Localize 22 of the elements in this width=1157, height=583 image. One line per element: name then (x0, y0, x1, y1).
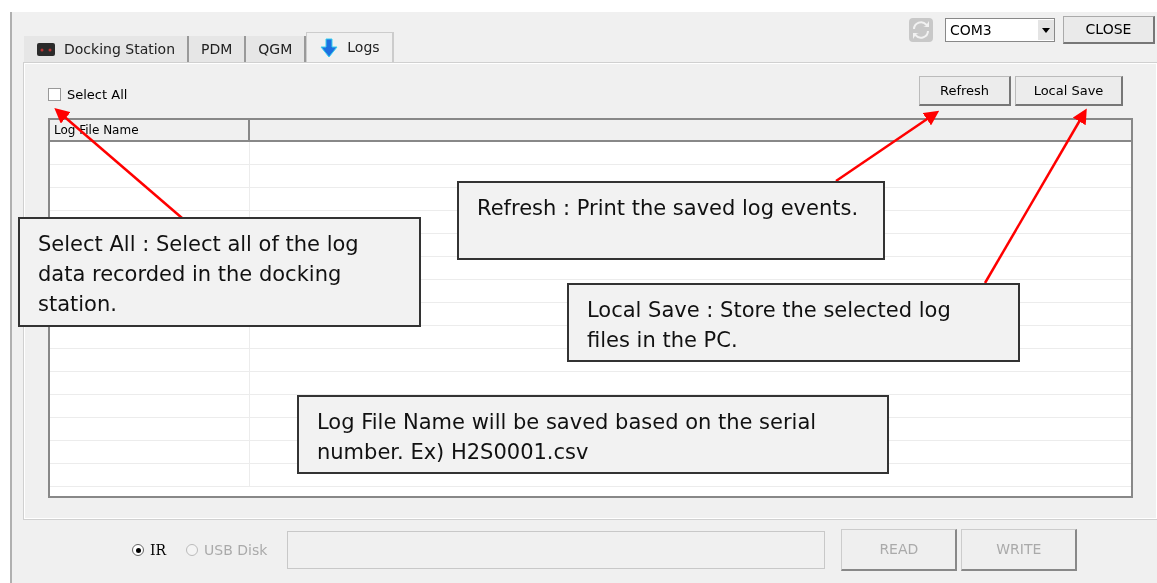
radio-label: IR (150, 540, 167, 560)
select-all-checkbox[interactable] (48, 87, 61, 101)
checkbox-label: Select All (67, 85, 128, 104)
callout-box: Refresh : Print the saved log events. (457, 181, 885, 260)
radio-button[interactable] (132, 544, 144, 556)
device-icon (36, 41, 56, 57)
tab[interactable]: Logs (306, 32, 394, 62)
port-dropdown[interactable]: COM3 (945, 18, 1055, 42)
tab[interactable]: Docking Station (24, 36, 190, 62)
close-button[interactable]: CLOSE (1063, 16, 1155, 44)
caret-icon (1038, 20, 1054, 40)
down-arrow-icon (319, 37, 340, 58)
tab[interactable]: QGM (246, 36, 307, 62)
tab[interactable]: PDM (189, 36, 247, 62)
radio-label: USB Disk (204, 540, 268, 560)
path-field[interactable] (287, 531, 826, 569)
callout-box: Log File Name will be saved based on the serial number. Ex) H2S0001.csv (297, 395, 889, 474)
toolbar-button[interactable]: Refresh (919, 76, 1011, 106)
refresh-icon[interactable] (909, 18, 933, 42)
toolbar-button[interactable]: Local Save (1015, 76, 1123, 106)
callout-box: Select All : Select all of the log data recorded in the docking station. (18, 217, 421, 327)
callout-box: Local Save : Store the selected log files in the PC. (567, 283, 1020, 362)
